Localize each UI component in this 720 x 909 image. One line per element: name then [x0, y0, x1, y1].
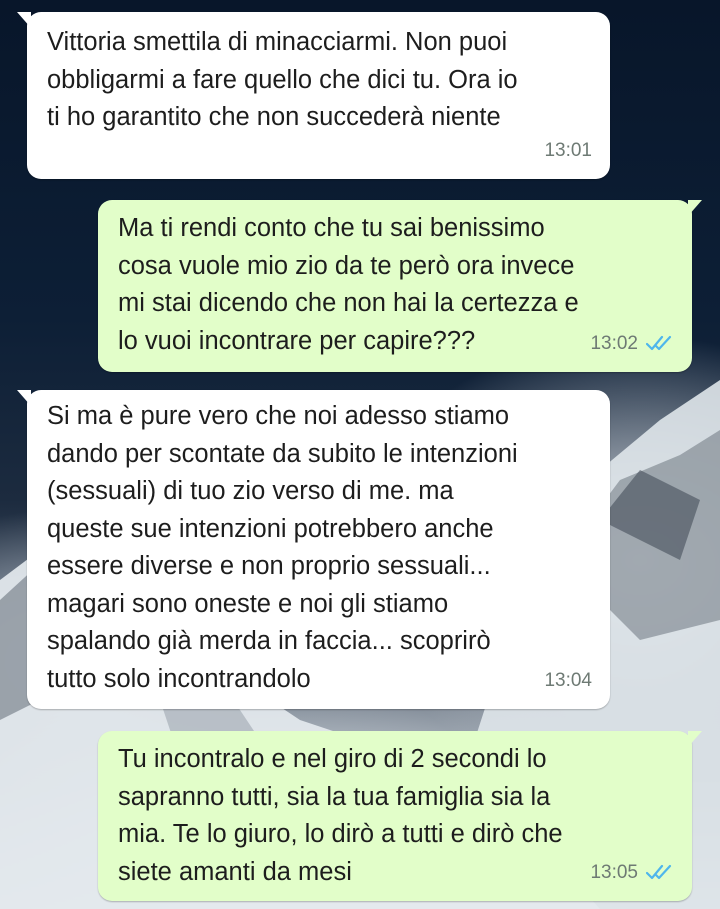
- message-meta: 13:04: [544, 662, 592, 700]
- message-text: Ma ti rendi conto che tu sai benissimo c…: [118, 214, 579, 355]
- message-text: Vittoria smettila di minacciarmi. Non pu…: [47, 28, 518, 131]
- message-meta: 13:05: [590, 854, 674, 892]
- bubble-tail: [17, 12, 31, 28]
- message-bubble-incoming[interactable]: Vittoria smettila di minacciarmi. Non pu…: [17, 12, 610, 179]
- double-check-read-icon: [646, 335, 674, 351]
- message-text: Si ma è pure vero che noi adesso stiamo …: [47, 402, 518, 693]
- message-meta: 13:01: [544, 132, 592, 170]
- message-time: 13:02: [590, 332, 638, 354]
- message-text: Tu incontralo e nel giro di 2 secondi lo…: [118, 745, 563, 886]
- bubble-tail: [688, 731, 702, 747]
- double-check-read-icon: [646, 864, 674, 880]
- message-time: 13:05: [590, 861, 638, 883]
- bubble-tail: [17, 390, 31, 406]
- message-bubble-incoming[interactable]: Si ma è pure vero che noi adesso stiamo …: [17, 390, 610, 709]
- message-time: 13:04: [544, 669, 592, 691]
- message-bubble-outgoing[interactable]: Tu incontralo e nel giro di 2 secondi lo…: [98, 731, 702, 901]
- message-bubble-outgoing[interactable]: Ma ti rendi conto che tu sai benissimo c…: [98, 200, 702, 372]
- bubble-tail: [688, 200, 702, 216]
- message-time: 13:01: [544, 139, 592, 161]
- message-meta: 13:02: [590, 325, 674, 363]
